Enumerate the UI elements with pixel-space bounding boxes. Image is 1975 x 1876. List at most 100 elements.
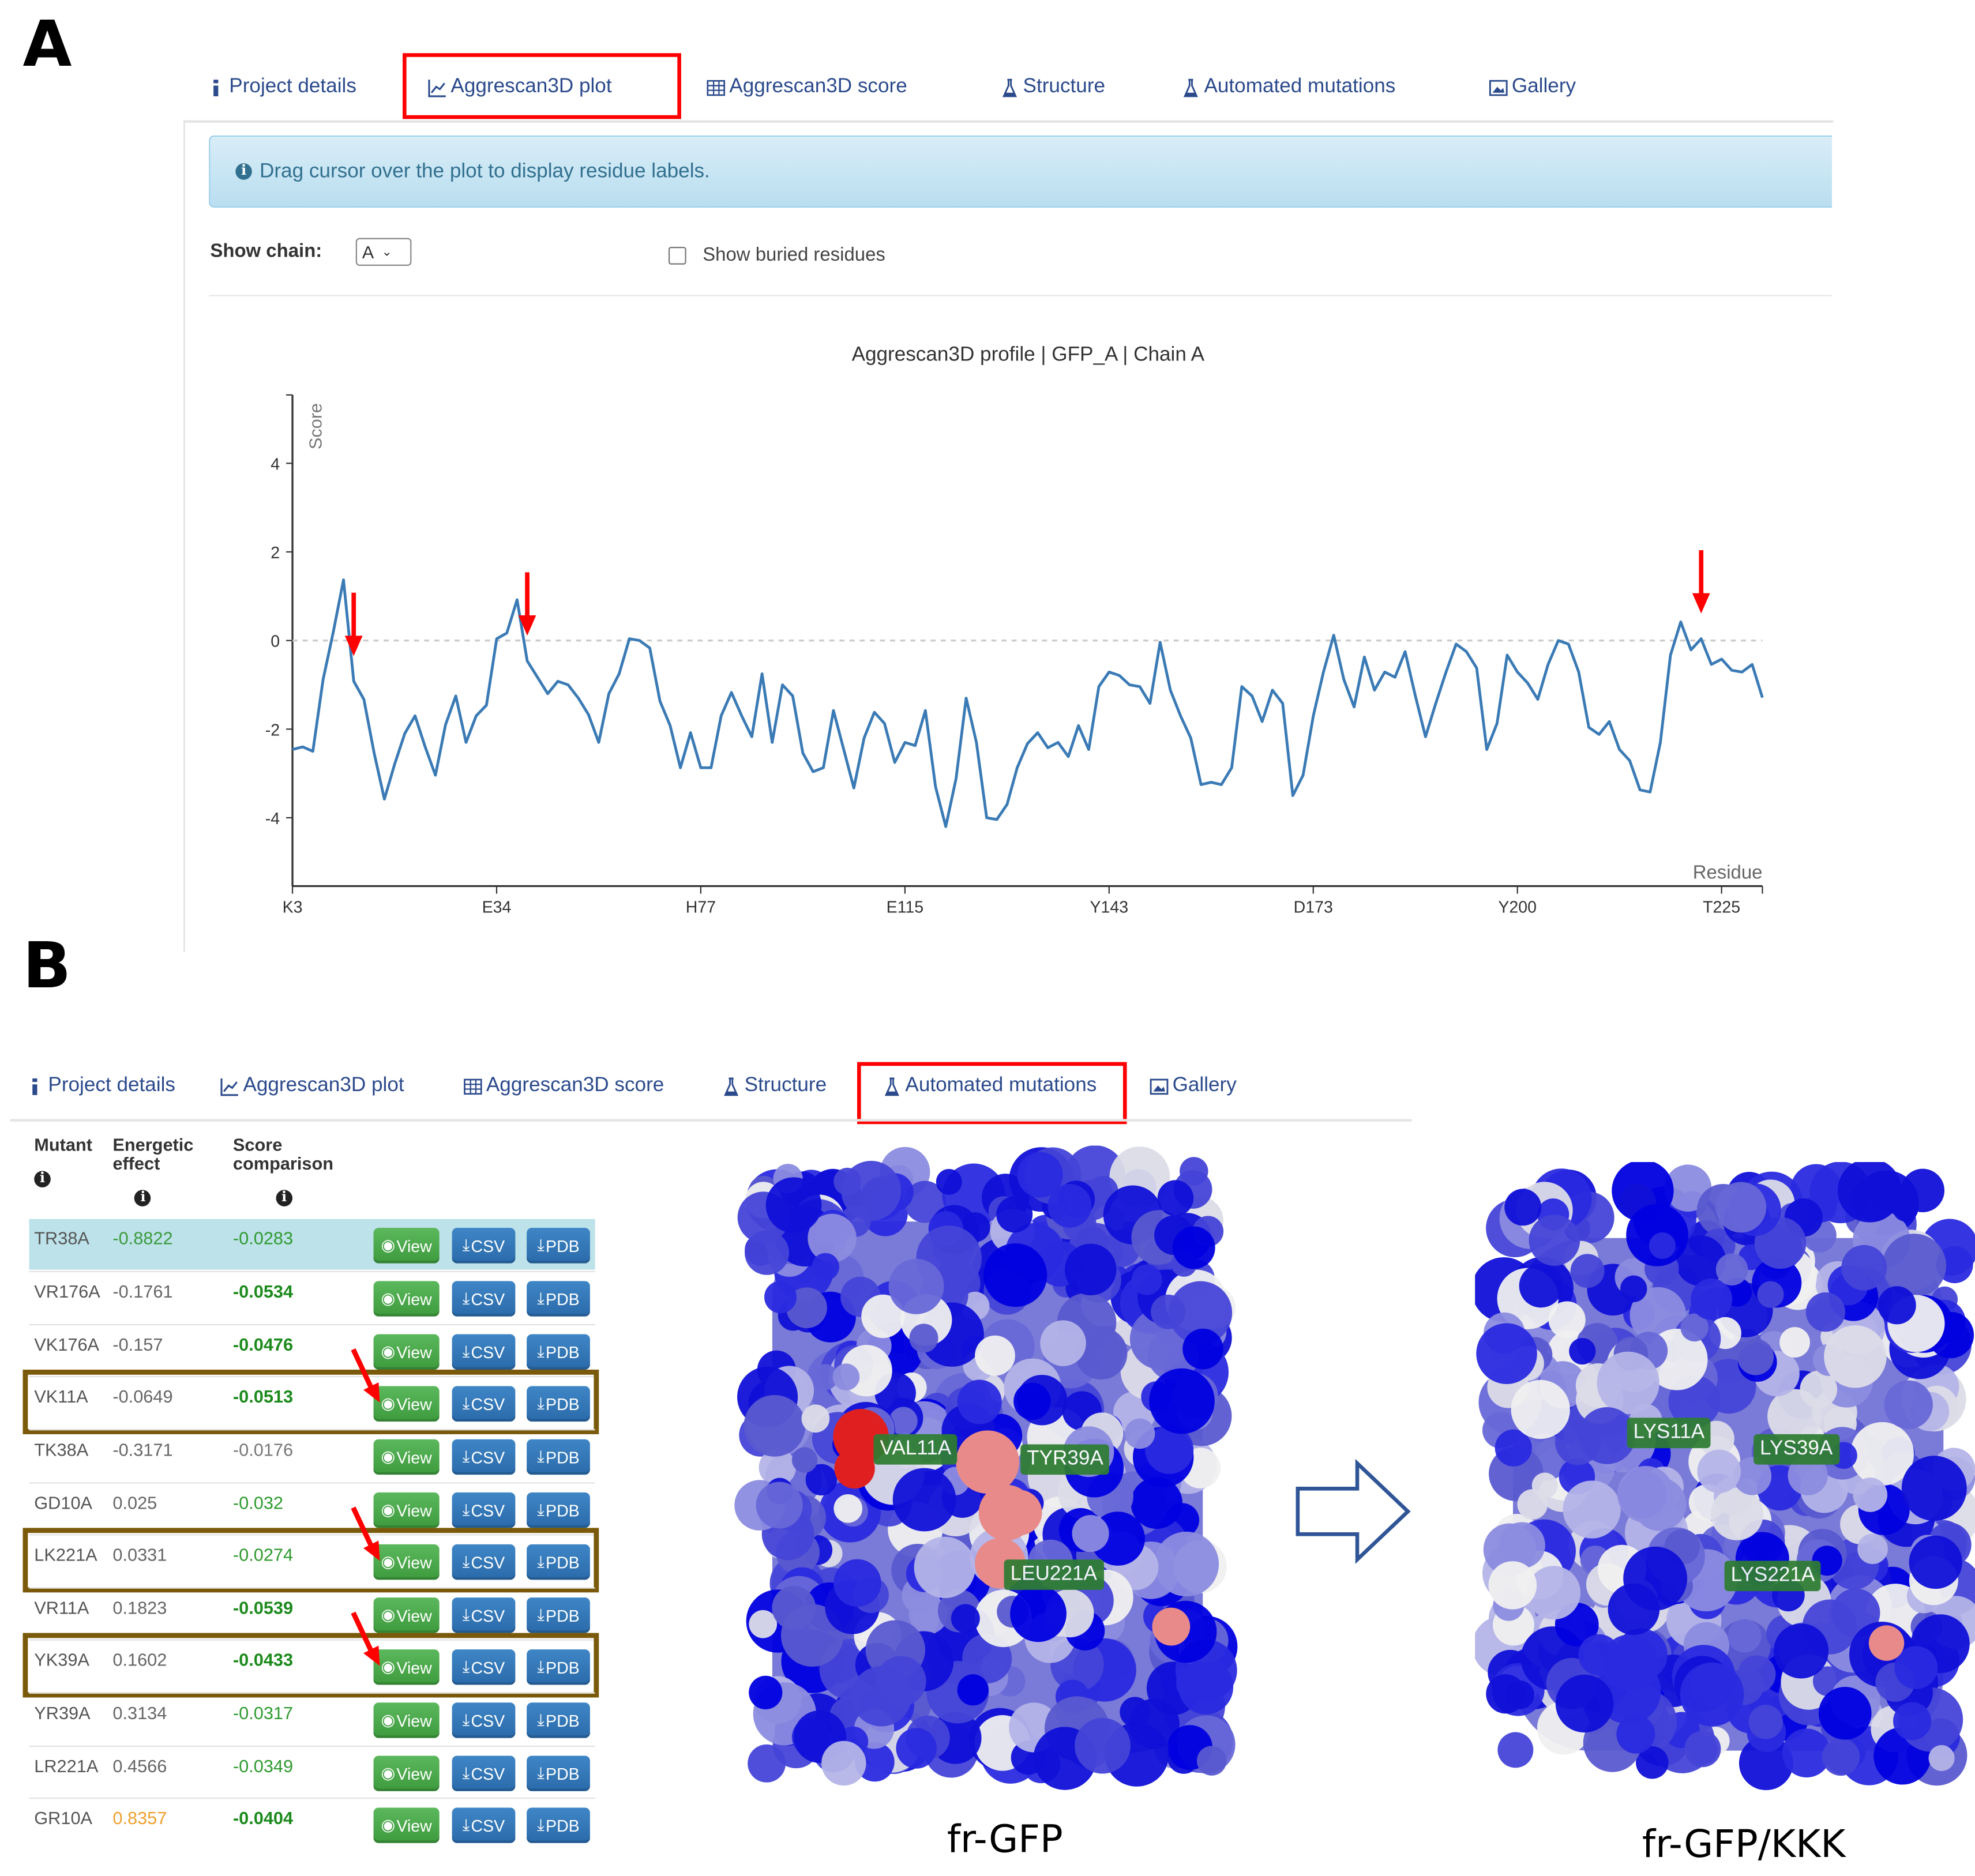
row-divider <box>29 1797 595 1799</box>
view-label: View <box>396 1501 432 1520</box>
info-icon[interactable] <box>276 1189 292 1206</box>
highlight-box-row <box>22 1369 599 1434</box>
view-button[interactable]: ◉ View <box>373 1281 440 1317</box>
cell-score-comparison: -0.0176 <box>232 1439 294 1460</box>
view-button[interactable]: ◉ View <box>373 1439 440 1475</box>
tabs-underline <box>10 1119 1412 1122</box>
cell-score-comparison: -0.0349 <box>232 1755 294 1776</box>
pdb-download-button[interactable]: ⤓ PDB <box>527 1807 590 1843</box>
red-arrow-head <box>344 636 363 656</box>
view-label: View <box>396 1764 432 1783</box>
tab-label: Project details <box>48 1074 176 1096</box>
row-divider <box>29 1324 595 1326</box>
csv-download-button[interactable]: ⤓ CSV <box>452 1755 516 1791</box>
download-icon: ⤓ <box>462 1446 470 1466</box>
eye-icon: ◉ <box>381 1446 396 1466</box>
download-icon: ⤓ <box>537 1446 545 1466</box>
figure: A Project details Aggrescan3D plot Aggresc… <box>0 0 1975 1876</box>
csv-download-button[interactable]: ⤓ CSV <box>452 1228 516 1264</box>
tab-label: Aggrescan3D plot <box>243 1074 404 1096</box>
tab-structure[interactable]: Structure <box>722 1075 827 1098</box>
red-arrow-icon <box>351 1506 380 1561</box>
download-icon: ⤓ <box>462 1815 470 1834</box>
tab-aggrescan3d-plot[interactable]: Aggrescan3D plot <box>220 1075 404 1098</box>
csv-label: CSV <box>471 1447 505 1467</box>
info-icon[interactable] <box>134 1189 152 1206</box>
tab-project-details[interactable]: Project details <box>25 1075 175 1098</box>
cell-mutant: TR38A <box>34 1228 89 1249</box>
red-arrow-head <box>1692 593 1710 614</box>
info-icon[interactable] <box>34 1170 51 1187</box>
pdb-label: PDB <box>546 1606 580 1625</box>
x-tick-label: H77 <box>686 898 716 917</box>
structure-image-fr-gfp-kkk <box>1475 1162 1975 1791</box>
structure-caption: fr-GFP <box>947 1818 1063 1862</box>
eye-icon: ◉ <box>381 1763 396 1783</box>
csv-download-button[interactable]: ⤓ CSV <box>452 1807 516 1843</box>
tab-label: Aggrescan3D score <box>486 1074 664 1096</box>
eye-icon: ◉ <box>381 1710 396 1730</box>
pdb-label: PDB <box>546 1236 580 1255</box>
row-divider <box>29 1587 595 1589</box>
cell-energetic-effect: 0.4566 <box>112 1755 167 1776</box>
csv-download-button[interactable]: ⤓ CSV <box>452 1439 516 1475</box>
download-icon: ⤓ <box>537 1500 545 1519</box>
pdb-label: PDB <box>546 1815 580 1835</box>
csv-label: CSV <box>471 1764 505 1783</box>
download-icon: ⤓ <box>537 1815 545 1834</box>
pdb-label: PDB <box>546 1764 580 1783</box>
header-score-line1: Score <box>232 1134 283 1155</box>
download-icon: ⤓ <box>537 1710 545 1730</box>
pdb-download-button[interactable]: ⤓ PDB <box>527 1334 590 1370</box>
flask-icon <box>722 1077 741 1096</box>
download-icon: ⤓ <box>537 1341 545 1361</box>
pdb-download-button[interactable]: ⤓ PDB <box>527 1492 590 1528</box>
aggrescan-chart[interactable]: Aggrescan3D profile | GFP_A | Chain A -4 -… <box>0 0 1975 962</box>
view-button[interactable]: ◉ View <box>373 1228 440 1264</box>
red-arrow-icon <box>351 1611 380 1666</box>
eye-icon: ◉ <box>381 1815 396 1834</box>
csv-label: CSV <box>471 1342 505 1362</box>
csv-download-button[interactable]: ⤓ CSV <box>452 1281 516 1317</box>
panel-b-letter: B <box>22 929 72 1003</box>
cell-score-comparison: -0.0539 <box>232 1597 294 1618</box>
cell-mutant: VR11A <box>34 1597 89 1618</box>
row-divider <box>29 1270 595 1272</box>
download-icon: ⤓ <box>462 1710 470 1730</box>
cell-mutant: VK176A <box>34 1334 100 1355</box>
line-chart-icon <box>220 1077 239 1096</box>
aggregation-hotspot <box>1152 1607 1191 1646</box>
view-button[interactable]: ◉ View <box>373 1807 440 1843</box>
pdb-download-button[interactable]: ⤓ PDB <box>527 1281 590 1317</box>
cell-energetic-effect: -0.157 <box>112 1334 163 1355</box>
row-divider <box>29 1429 595 1431</box>
pdb-download-button[interactable]: ⤓ PDB <box>527 1228 590 1264</box>
pdb-download-button[interactable]: ⤓ PDB <box>527 1755 590 1791</box>
tab-gallery[interactable]: Gallery <box>1150 1075 1237 1098</box>
score-series-line <box>292 578 1764 828</box>
csv-download-button[interactable]: ⤓ CSV <box>452 1334 516 1370</box>
right-arrow-icon <box>1296 1458 1411 1564</box>
cell-mutant: YR39A <box>34 1702 91 1723</box>
view-button[interactable]: ◉ View <box>373 1702 440 1738</box>
cell-mutant: LR221A <box>34 1755 99 1776</box>
tab-aggrescan3d-score[interactable]: Aggrescan3D score <box>463 1075 664 1098</box>
view-label: View <box>396 1289 432 1309</box>
cell-score-comparison: -0.0476 <box>232 1334 294 1355</box>
cell-mutant: GD10A <box>34 1492 93 1513</box>
pdb-download-button[interactable]: ⤓ PDB <box>527 1702 590 1738</box>
download-icon: ⤓ <box>462 1288 470 1308</box>
pdb-download-button[interactable]: ⤓ PDB <box>527 1597 590 1633</box>
picture-icon <box>1150 1077 1169 1096</box>
cell-mutant: GR10A <box>34 1807 93 1828</box>
pdb-label: PDB <box>546 1447 580 1467</box>
csv-download-button[interactable]: ⤓ CSV <box>452 1492 516 1528</box>
view-label: View <box>396 1236 432 1255</box>
x-tick-label: D173 <box>1294 898 1333 917</box>
info-icon <box>25 1077 44 1096</box>
csv-download-button[interactable]: ⤓ CSV <box>452 1702 516 1738</box>
view-button[interactable]: ◉ View <box>373 1755 440 1791</box>
highlight-box-mutations-tab <box>857 1062 1127 1125</box>
pdb-download-button[interactable]: ⤓ PDB <box>527 1439 590 1475</box>
csv-download-button[interactable]: ⤓ CSV <box>452 1597 516 1633</box>
